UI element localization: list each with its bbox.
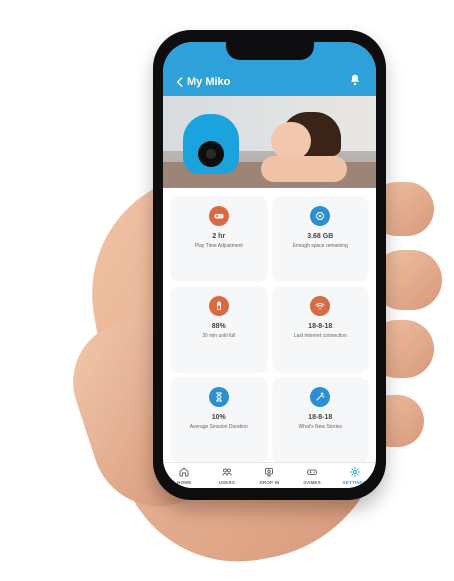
stat-value: 18-8-18 [308, 413, 333, 421]
phone-device: My Miko 2 hr Play Time Adjustment 3.68 G… [153, 30, 386, 500]
stat-value: 3.68 GB [307, 233, 334, 240]
tab-label: DROP IN [259, 480, 280, 485]
wifi-icon [310, 296, 331, 317]
settings-icon [349, 467, 360, 477]
back-arrow-icon[interactable] [173, 75, 187, 89]
page-title: My Miko [187, 76, 231, 88]
stat-label: Average Session Duration [189, 423, 248, 430]
stats-grid: 2 hr Play Time Adjustment 3.68 GB Enough… [171, 196, 368, 461]
stat-label: Last internet connection [293, 333, 347, 340]
stat-value: 88% [211, 323, 226, 331]
tab-games[interactable]: GAMES [292, 466, 332, 485]
tab-label: HOME [177, 480, 192, 485]
tab-label: GAMES [303, 480, 321, 485]
storage-icon [310, 206, 331, 226]
stat-tile-internet[interactable]: 18-8-18 Last internet connection [272, 286, 368, 371]
tab-drop-in[interactable]: DROP IN [249, 466, 289, 485]
stat-value: 18-8-18 [308, 323, 333, 331]
battery-icon [208, 296, 229, 317]
stat-tile-storage[interactable]: 3.68 GB Enough space remaining [272, 196, 368, 281]
stat-value: 2 hr [212, 233, 226, 240]
games-icon [307, 469, 318, 475]
drop-in-icon [265, 468, 274, 477]
users-icon [221, 468, 232, 476]
stat-tile-whats-new[interactable]: 18-8-18 What's New Stories [272, 376, 368, 461]
stat-tile-session[interactable]: 10% Average Session Duration [171, 376, 267, 461]
bottom-tab-bar: HOME USERS DROP IN GAMES SETTINGS [163, 462, 376, 488]
stat-tile-play-time[interactable]: 2 hr Play Time Adjustment [171, 196, 267, 281]
tab-label: USERS [218, 480, 236, 485]
stat-label: Play Time Adjustment [194, 243, 243, 249]
tab-users[interactable]: USERS [207, 466, 247, 485]
phone-screen: My Miko 2 hr Play Time Adjustment 3.68 G… [163, 42, 376, 488]
stat-label: 30 min until full [202, 333, 236, 340]
gamepad-icon [208, 206, 229, 226]
child-illustration [261, 112, 347, 182]
home-icon [179, 467, 189, 477]
tab-home[interactable]: HOME [164, 466, 204, 485]
stat-tile-battery[interactable]: 88% 30 min until full [171, 286, 267, 371]
stat-label: Enough space remaining [292, 243, 348, 249]
hourglass-icon [208, 386, 229, 407]
robot-illustration [183, 114, 239, 174]
hero-image [163, 96, 376, 188]
stat-label: What's New Stories [298, 423, 342, 430]
notification-icon[interactable] [348, 72, 362, 88]
tab-label: SETTINGS [342, 480, 367, 485]
sparkle-icon [310, 386, 331, 407]
stat-value: 10% [211, 413, 226, 421]
phone-notch [226, 42, 314, 60]
tab-settings[interactable]: SETTINGS [335, 466, 375, 485]
